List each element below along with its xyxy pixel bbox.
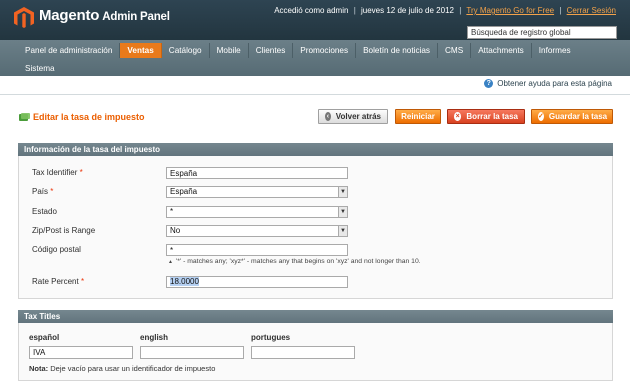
delete-button-label: Borrar la tasa bbox=[466, 112, 518, 121]
rate-info-header: Información de la tasa del impuesto bbox=[18, 143, 613, 156]
separator: | bbox=[353, 6, 356, 15]
global-search-input[interactable] bbox=[467, 26, 617, 39]
tax-identifier-label: Tax Identifier * bbox=[32, 168, 83, 177]
title-input-english[interactable] bbox=[140, 346, 244, 359]
help-icon: ? bbox=[484, 79, 494, 88]
login-status: Accedió como admin bbox=[274, 6, 349, 15]
dropdown-arrow-icon: ▼ bbox=[338, 187, 347, 197]
state-select[interactable]: * ▼ bbox=[166, 206, 348, 218]
country-select[interactable]: España ▼ bbox=[166, 186, 348, 198]
brand-name: Magento bbox=[39, 7, 100, 24]
nav-item-cms[interactable]: CMS bbox=[438, 43, 472, 58]
nav-item-newsletter[interactable]: Boletín de noticias bbox=[356, 43, 439, 58]
state-select-value: * bbox=[170, 207, 174, 216]
page-title-text: Editar la tasa de impuesto bbox=[33, 112, 145, 122]
logout-link[interactable]: Cerrar Sesión bbox=[567, 6, 616, 15]
dropdown-arrow-icon: ▼ bbox=[338, 207, 347, 217]
nav-item-dashboard[interactable]: Panel de administración bbox=[18, 43, 121, 58]
country-select-value: España bbox=[170, 187, 198, 196]
zip-range-label: Zip/Post is Range bbox=[32, 226, 96, 235]
reset-button[interactable]: Reiniciar bbox=[395, 109, 441, 124]
postcode-label: Código postal bbox=[32, 245, 81, 254]
magento-logo-icon bbox=[14, 7, 34, 28]
help-label: Obtener ayuda para esta página bbox=[497, 79, 612, 88]
postcode-input[interactable] bbox=[166, 244, 348, 256]
delete-icon: × bbox=[454, 112, 462, 121]
nav-item-promotions[interactable]: Promociones bbox=[293, 43, 357, 58]
rate-percent-input[interactable]: 18.0000 bbox=[166, 276, 348, 288]
title-input-portugues[interactable] bbox=[251, 346, 355, 359]
title-column-spanish: español bbox=[29, 333, 60, 342]
back-button[interactable]: ‹ Volver atrás bbox=[318, 109, 388, 124]
tax-titles-header: Tax Titles bbox=[18, 310, 613, 323]
save-check-icon: ✓ bbox=[538, 112, 544, 121]
nav-row: Sistema bbox=[18, 61, 62, 75]
nav-item-system[interactable]: Sistema bbox=[18, 61, 62, 76]
dropdown-arrow-icon: ▼ bbox=[338, 226, 347, 236]
try-magento-go-link[interactable]: Try Magento Go for Free bbox=[466, 6, 554, 15]
header: Magento Admin Panel Accedió como admin | … bbox=[0, 0, 630, 40]
zip-range-select[interactable]: No ▼ bbox=[166, 225, 348, 237]
title-input-spanish[interactable] bbox=[29, 346, 133, 359]
delete-rate-button[interactable]: × Borrar la tasa bbox=[447, 109, 525, 124]
postcode-note: ▲ '*' - matches any; 'xyz*' - matches any… bbox=[168, 258, 421, 265]
note-text: Deje vacío para usar un identificador de… bbox=[50, 364, 216, 373]
title-column-portugues: portugues bbox=[251, 333, 291, 342]
nav-item-catalog[interactable]: Catálogo bbox=[162, 43, 210, 58]
nav-item-customers[interactable]: Clientes bbox=[249, 43, 294, 58]
help-link[interactable]: ? Obtener ayuda para esta página bbox=[484, 79, 612, 88]
nav-item-sales[interactable]: Ventas bbox=[120, 43, 162, 58]
page-title: Editar la tasa de impuesto bbox=[19, 112, 145, 122]
back-arrow-icon: ‹ bbox=[325, 112, 331, 121]
rate-percent-label: Rate Percent * bbox=[32, 277, 85, 286]
save-button-label: Guardar la tasa bbox=[548, 112, 608, 121]
current-date: jueves 12 de julio de 2012 bbox=[361, 6, 454, 15]
state-label: Estado bbox=[32, 207, 57, 216]
brand-suffix: Admin Panel bbox=[102, 11, 170, 23]
back-button-label: Volver atrás bbox=[335, 112, 381, 121]
title-column-english: english bbox=[140, 333, 169, 342]
tax-rate-icon bbox=[19, 112, 30, 121]
divider bbox=[0, 94, 630, 95]
separator: | bbox=[559, 6, 562, 15]
nav-row: Panel de administración Ventas Catálogo … bbox=[18, 43, 578, 58]
nav-item-attachments[interactable]: Attachments bbox=[471, 43, 532, 58]
tax-identifier-input[interactable] bbox=[166, 167, 348, 179]
header-user-bar: Accedió como admin | jueves 12 de julio … bbox=[274, 6, 616, 15]
main-nav: Panel de administración Ventas Catálogo … bbox=[0, 40, 630, 76]
nav-item-reports[interactable]: Informes bbox=[532, 43, 578, 58]
tax-titles-note: Nota: Deje vacío para usar un identifica… bbox=[29, 364, 215, 373]
save-rate-button[interactable]: ✓ Guardar la tasa bbox=[531, 109, 613, 124]
nav-item-mobile[interactable]: Mobile bbox=[210, 43, 249, 58]
brand-title: Magento Admin Panel bbox=[39, 7, 170, 24]
note-label: Nota: bbox=[29, 364, 49, 373]
separator: | bbox=[459, 6, 462, 15]
note-marker-icon: ▲ bbox=[168, 259, 173, 265]
country-label: País * bbox=[32, 187, 54, 196]
reset-button-label: Reiniciar bbox=[401, 112, 435, 121]
rate-percent-value: 18.0000 bbox=[170, 277, 199, 286]
zip-range-select-value: No bbox=[170, 226, 181, 235]
